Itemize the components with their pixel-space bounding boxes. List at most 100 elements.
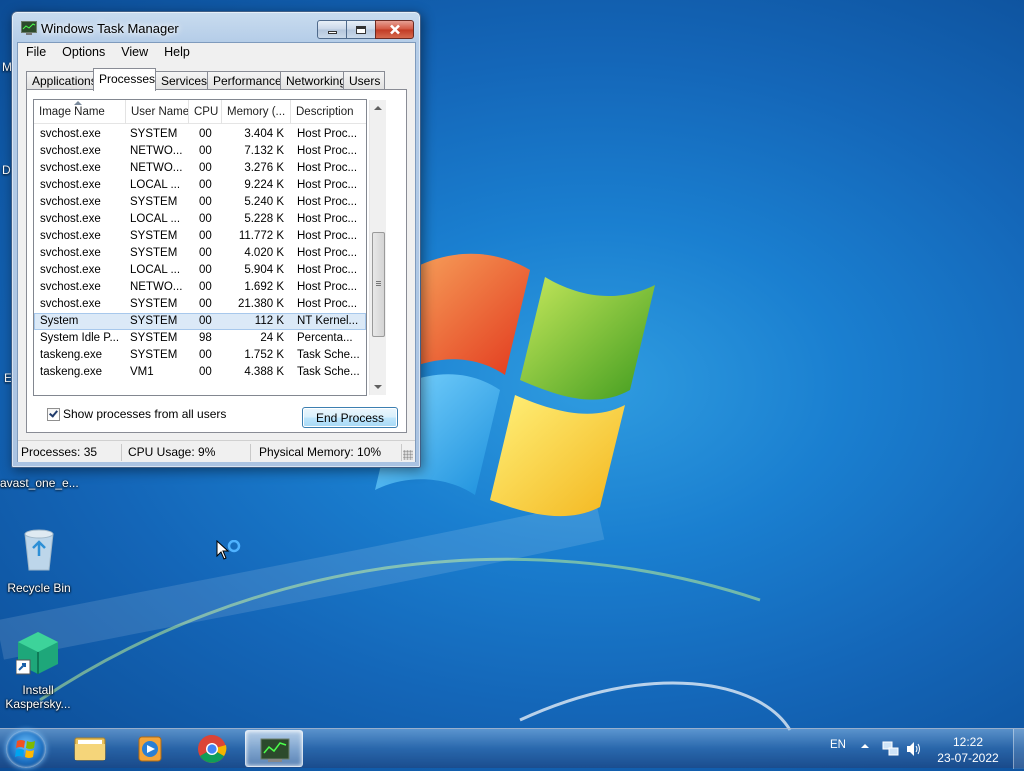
process-memory: 4.388 K (244, 366, 284, 378)
process-row[interactable]: svchost.exe SYSTEM 00 5.240 K Host Proc... (34, 194, 366, 211)
status-cpu-usage: CPU Usage: 9% (125, 444, 251, 461)
process-row[interactable]: svchost.exe LOCAL ... 00 5.228 K Host Proc..… (34, 211, 366, 228)
scrollbar-thumb[interactable] (372, 232, 385, 337)
scroll-down-icon[interactable] (374, 385, 382, 389)
process-user: SYSTEM (130, 332, 178, 344)
resize-grip-icon[interactable] (403, 450, 413, 460)
menu-help[interactable]: Help (156, 43, 198, 63)
process-description: Host Proc... (297, 128, 358, 140)
taskbar-chrome[interactable] (183, 730, 241, 767)
process-description: Host Proc... (297, 247, 358, 259)
volume-tray[interactable] (905, 740, 923, 761)
process-name: svchost.exe (40, 162, 101, 174)
show-all-users-checkbox[interactable] (47, 407, 60, 421)
column-user-name[interactable]: User Name (126, 100, 189, 124)
tab-networking[interactable]: Networking (280, 71, 346, 90)
process-row[interactable]: svchost.exe SYSTEM 00 3.404 K Host Proc... (34, 126, 366, 143)
tab-services[interactable]: Services (155, 71, 208, 90)
show-desktop-button[interactable] (1013, 729, 1024, 769)
process-name: svchost.exe (40, 196, 101, 208)
tab-applications[interactable]: Applications (26, 71, 97, 90)
process-name: taskeng.exe (40, 366, 103, 378)
tab-performance[interactable]: Performance (207, 71, 282, 90)
process-row[interactable]: svchost.exe NETWO... 00 3.276 K Host Proc... (34, 160, 366, 177)
taskbar-task-manager[interactable] (245, 730, 303, 767)
windows-start-icon (15, 740, 35, 758)
end-process-button[interactable]: End Process (302, 407, 398, 428)
process-user: SYSTEM (130, 298, 178, 310)
taskbar-media-player[interactable] (121, 730, 179, 767)
chevron-up-icon (861, 744, 869, 748)
language-indicator[interactable]: EN (830, 739, 846, 751)
process-row[interactable]: taskeng.exe SYSTEM 00 1.752 K Task Sche... (34, 347, 366, 364)
scroll-up-icon[interactable] (374, 106, 382, 110)
process-user: NETWO... (130, 162, 183, 174)
process-user: SYSTEM (130, 128, 178, 140)
process-row[interactable]: taskeng.exe VM1 00 4.388 K Task Sche... (34, 364, 366, 381)
desktop-icon-recycle-bin[interactable]: Recycle Bin (1, 526, 77, 595)
process-description: Host Proc... (297, 145, 358, 157)
clock[interactable]: 12:22 23-07-2022 (930, 734, 1006, 766)
menu-options[interactable]: Options (54, 43, 113, 63)
process-list-scrollbar[interactable] (369, 100, 386, 395)
process-row[interactable]: System Idle P... SYSTEM 98 24 K Percenta... (34, 330, 366, 347)
process-row[interactable]: System SYSTEM 00 112 K NT Kernel... (34, 313, 366, 330)
show-all-users-option[interactable]: Show processes from all users (47, 407, 226, 421)
process-name: svchost.exe (40, 247, 101, 259)
desktop-icon-kaspersky[interactable]: Install Kaspersky... (0, 630, 76, 711)
network-tray[interactable] (882, 740, 900, 761)
process-cpu: 00 (199, 128, 212, 140)
process-row[interactable]: svchost.exe LOCAL ... 00 9.224 K Host Proc..… (34, 177, 366, 194)
busy-cursor-icon (216, 540, 241, 560)
tab-users[interactable]: Users (343, 71, 385, 90)
process-memory: 1.752 K (244, 349, 284, 361)
minimize-button[interactable] (317, 20, 347, 39)
process-cpu: 00 (199, 281, 212, 293)
tab-processes[interactable]: Processes (93, 68, 156, 91)
task-manager-icon (21, 21, 37, 35)
clock-date: 23-07-2022 (937, 751, 999, 765)
process-description: Percenta... (297, 332, 353, 344)
process-row[interactable]: svchost.exe LOCAL ... 00 5.904 K Host Proc..… (34, 262, 366, 279)
process-list-body: svchost.exe SYSTEM 00 3.404 K Host Proc... sv… (34, 126, 366, 381)
close-button[interactable] (375, 20, 414, 39)
process-list-header: Image Name User Name CPU Memory (... Des… (34, 100, 366, 124)
column-image-name[interactable]: Image Name (34, 100, 126, 124)
desktop-icon-avast[interactable]: avast_one_e... (0, 476, 79, 490)
process-user: NETWO... (130, 145, 183, 157)
process-user: LOCAL ... (130, 213, 181, 225)
volume-icon (907, 742, 920, 756)
process-memory: 5.904 K (244, 264, 284, 276)
start-button[interactable] (6, 730, 46, 768)
column-description[interactable]: Description (291, 100, 366, 124)
process-user: SYSTEM (130, 315, 178, 327)
process-row[interactable]: svchost.exe NETWO... 00 7.132 K Host Proc... (34, 143, 366, 160)
process-row[interactable]: svchost.exe NETWO... 00 1.692 K Host Proc... (34, 279, 366, 296)
maximize-button[interactable] (346, 20, 376, 39)
desktop-icon-label: Recycle Bin (7, 581, 71, 595)
column-cpu[interactable]: CPU (189, 100, 222, 124)
process-cpu: 00 (199, 315, 212, 327)
process-name: svchost.exe (40, 298, 101, 310)
process-name: svchost.exe (40, 179, 101, 191)
process-memory: 4.020 K (244, 247, 284, 259)
recycle-bin-icon (1, 526, 77, 577)
taskbar-explorer[interactable] (60, 730, 118, 767)
status-physical-memory: Physical Memory: 10% (256, 444, 402, 461)
process-cpu: 98 (199, 332, 212, 344)
title-bar[interactable]: Windows Task Manager (12, 12, 420, 42)
menu-view[interactable]: View (113, 43, 156, 63)
process-description: Host Proc... (297, 213, 358, 225)
show-all-users-label: Show processes from all users (63, 407, 227, 421)
window-title: Windows Task Manager (41, 21, 179, 36)
show-hidden-icons-button[interactable] (860, 741, 870, 754)
process-list[interactable]: Image Name User Name CPU Memory (... Des… (33, 99, 367, 396)
menu-file[interactable]: File (18, 43, 54, 63)
process-row[interactable]: svchost.exe SYSTEM 00 11.772 K Host Proc... (34, 228, 366, 245)
desktop-edge-label: D (2, 163, 11, 177)
process-cpu: 00 (199, 247, 212, 259)
process-row[interactable]: svchost.exe SYSTEM 00 21.380 K Host Proc... (34, 296, 366, 313)
windows-explorer-icon (74, 737, 106, 761)
process-row[interactable]: svchost.exe SYSTEM 00 4.020 K Host Proc... (34, 245, 366, 262)
column-memory[interactable]: Memory (... (222, 100, 291, 124)
